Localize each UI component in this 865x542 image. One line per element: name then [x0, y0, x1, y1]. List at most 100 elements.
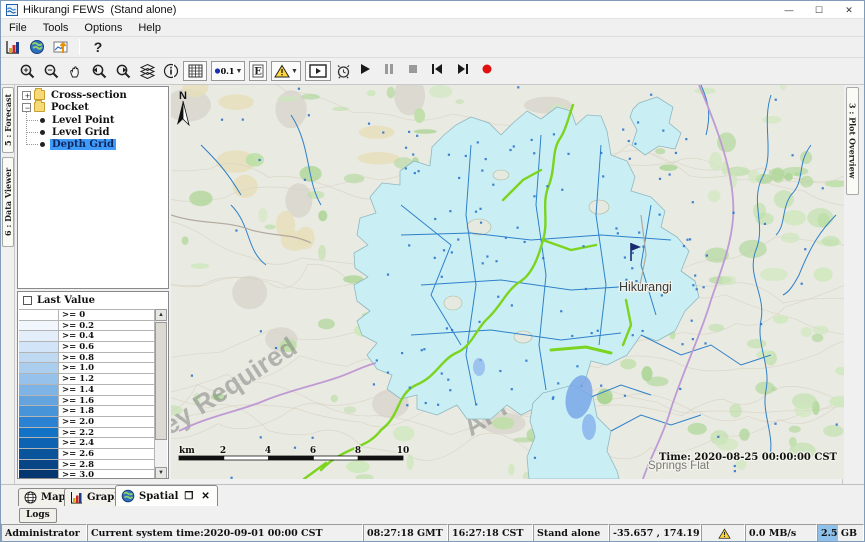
- tree-leaf-label[interactable]: Level Grid: [50, 127, 111, 138]
- menu-file[interactable]: File: [1, 19, 35, 37]
- warning-dropdown[interactable]: ▼: [271, 61, 301, 81]
- tree-connector: [26, 112, 27, 145]
- toolbar-separator: [79, 39, 80, 55]
- pause-icon[interactable]: [383, 62, 395, 80]
- legend-row[interactable]: >= 2.2: [19, 428, 155, 439]
- legend-label: >= 3.0: [59, 470, 155, 479]
- logs-button[interactable]: Logs: [19, 508, 57, 523]
- tree-leaf-label[interactable]: Level Point: [50, 115, 116, 126]
- tree-connector: [26, 120, 38, 121]
- legend-label: >= 0.8: [59, 353, 155, 363]
- zoom-previous-icon[interactable]: [89, 62, 109, 80]
- pan-hand-icon[interactable]: [65, 62, 85, 80]
- tree-leaf-level-point[interactable]: Level Point: [40, 114, 116, 126]
- legend-label: >= 0.2: [59, 321, 155, 331]
- tab-map-label: Map: [41, 492, 66, 503]
- animation-icon[interactable]: [305, 61, 331, 81]
- spatial-globe-icon[interactable]: [27, 38, 47, 56]
- tree-leaf-label-selected[interactable]: Depth Grid: [50, 139, 116, 150]
- legend-row[interactable]: >= 0.6: [19, 342, 155, 353]
- legend-class-list[interactable]: >= 0>= 0.2>= 0.4>= 0.6>= 0.8>= 1.0>= 1.2…: [19, 309, 155, 479]
- tab-forecast[interactable]: 5 : Forecast: [2, 87, 14, 153]
- minimize-button[interactable]: —: [774, 1, 804, 19]
- labels-icon[interactable]: E: [249, 61, 267, 81]
- tree-node-pocket[interactable]: − Pocket: [22, 101, 91, 113]
- folder-icon: [34, 102, 45, 112]
- svg-text:2: 2: [220, 446, 226, 456]
- tree-leaf-level-grid[interactable]: Level Grid: [40, 126, 111, 138]
- play-icon[interactable]: [359, 62, 371, 80]
- legend-swatch: [19, 321, 59, 331]
- zoom-in-icon[interactable]: [17, 62, 37, 80]
- svg-text:km: km: [179, 446, 195, 456]
- legend-row[interactable]: >= 2.8: [19, 460, 155, 471]
- expand-plus-icon[interactable]: +: [22, 91, 31, 100]
- chevron-down-icon: ▼: [235, 68, 242, 75]
- timeseries-icon[interactable]: [51, 38, 71, 56]
- record-icon[interactable]: [481, 62, 493, 80]
- legend-row[interactable]: >= 2.0: [19, 417, 155, 428]
- legend-label: >= 2.8: [59, 460, 155, 470]
- view-tab-bar: Map Graph Spatial ❐ ✕: [1, 484, 864, 506]
- scroll-up-icon[interactable]: ▲: [155, 309, 167, 321]
- step-back-icon[interactable]: [431, 62, 444, 80]
- legend-row[interactable]: >= 1.8: [19, 406, 155, 417]
- close-button[interactable]: ✕: [834, 1, 864, 19]
- legend-scrollbar[interactable]: ▲ ▼: [154, 309, 167, 479]
- menu-options[interactable]: Options: [76, 19, 130, 37]
- layers-icon[interactable]: [137, 62, 157, 80]
- legend-row[interactable]: >= 2.6: [19, 449, 155, 460]
- stop-icon[interactable]: [407, 62, 419, 80]
- layers-tree[interactable]: + Cross-section − Pocket Level Point Lev…: [17, 86, 169, 289]
- zoom-next-icon[interactable]: [113, 62, 133, 80]
- right-dock-strip: 3 : Plot Overview: [842, 85, 864, 484]
- threshold-interval-dropdown[interactable]: 0.1 ▼: [211, 61, 245, 81]
- tree-node-label[interactable]: Pocket: [49, 102, 91, 113]
- collapse-minus-icon[interactable]: −: [22, 103, 31, 112]
- tree-leaf-depth-grid[interactable]: Depth Grid: [40, 138, 116, 150]
- maximize-button[interactable]: ☐: [804, 1, 834, 19]
- legend-row[interactable]: >= 1.0: [19, 363, 155, 374]
- legend-row[interactable]: >= 1.2: [19, 374, 155, 385]
- scroll-down-icon[interactable]: ▼: [155, 467, 167, 479]
- menu-help[interactable]: Help: [130, 19, 169, 37]
- tab-spatial[interactable]: Spatial ❐ ✕: [115, 485, 218, 506]
- legend-label: >= 1.6: [59, 396, 155, 406]
- status-mode: Stand alone: [533, 524, 609, 542]
- legend-swatch: [19, 460, 59, 470]
- step-forward-icon[interactable]: [456, 62, 469, 80]
- left-dock-strip: 5 : Forecast 6 : Data Viewer: [1, 85, 15, 484]
- legend-swatch: [19, 342, 59, 352]
- bullet-icon: [40, 130, 45, 135]
- menu-bar: File Tools Options Help: [1, 19, 864, 37]
- warning-icon: [718, 528, 731, 539]
- tab-close-icon[interactable]: ✕: [201, 491, 211, 502]
- legend-row[interactable]: >= 2.4: [19, 438, 155, 449]
- memory-label: 2.5 GB: [821, 528, 857, 539]
- legend-row[interactable]: >= 3.0: [19, 470, 155, 479]
- tree-connector: [26, 144, 38, 145]
- legend-row[interactable]: >= 0: [19, 310, 155, 321]
- legend-row[interactable]: >= 0.8: [19, 353, 155, 364]
- place-label-hikurangi: Hikurangi: [619, 280, 672, 294]
- legend-header: Last Value: [18, 292, 168, 308]
- zoom-out-icon[interactable]: [41, 62, 61, 80]
- tab-restore-icon[interactable]: ❐: [184, 491, 195, 502]
- grid-icon[interactable]: [183, 61, 207, 81]
- last-value-checkbox[interactable]: [23, 296, 32, 305]
- tab-data-viewer[interactable]: 6 : Data Viewer: [2, 157, 14, 247]
- legend-row[interactable]: >= 0.4: [19, 331, 155, 342]
- scrollbar-thumb[interactable]: [155, 322, 167, 440]
- graph-icon[interactable]: [3, 38, 23, 56]
- legend-row[interactable]: >= 0.2: [19, 321, 155, 332]
- loop-clock-icon[interactable]: [333, 62, 353, 80]
- legend-row[interactable]: >= 1.4: [19, 385, 155, 396]
- tree-node-label[interactable]: Cross-section: [49, 90, 129, 101]
- status-warning-cell[interactable]: [701, 524, 745, 542]
- info-icon[interactable]: [161, 62, 181, 80]
- legend-row[interactable]: >= 1.6: [19, 396, 155, 407]
- tab-plot-overview[interactable]: 3 : Plot Overview: [846, 87, 859, 195]
- help-icon[interactable]: ?: [88, 38, 108, 56]
- menu-tools[interactable]: Tools: [35, 19, 77, 37]
- map-canvas[interactable]: API Key Required API Key Required: [171, 85, 844, 479]
